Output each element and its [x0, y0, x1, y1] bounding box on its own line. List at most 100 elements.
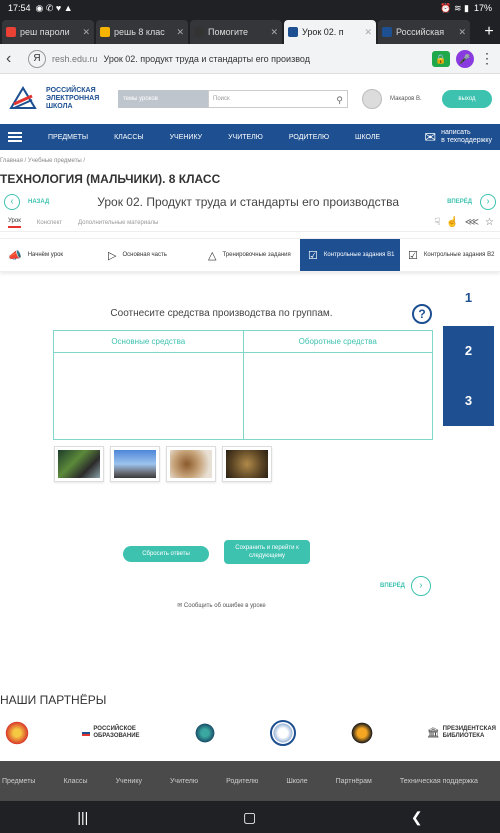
nav-item[interactable]: ШКОЛЕ	[355, 134, 380, 141]
search-scope-select[interactable]: темы уроков	[118, 90, 208, 108]
notification-icons: ◉ ✆ ♥ ▲	[35, 2, 73, 13]
chevron-right-icon[interactable]: ›	[480, 194, 496, 210]
step-control-b1[interactable]: ☑ Контрольные задания В1	[300, 239, 400, 271]
tab-lesson[interactable]: Урок	[8, 218, 21, 228]
partner-academy-logo[interactable]	[270, 720, 297, 746]
support-link[interactable]: ✉ написать в техподдержку	[424, 129, 492, 145]
back-link[interactable]: НАЗАД	[28, 199, 49, 205]
browser-tab[interactable]: Урок 02. п ✕	[284, 20, 376, 44]
forward-link[interactable]: ВПЕРЁД	[447, 199, 472, 205]
step-main[interactable]: ▷ Основная часть	[100, 239, 200, 271]
recent-apps-icon[interactable]: |||	[77, 809, 88, 825]
footer-link[interactable]: Школе	[286, 778, 307, 785]
nav-item[interactable]: РОДИТЕЛЮ	[289, 134, 329, 141]
group-fixed-assets[interactable]: Основные средства	[54, 331, 243, 439]
draggable-image-scrap[interactable]	[222, 446, 272, 482]
browser-tab[interactable]: реш пароли ✕	[2, 20, 94, 44]
new-tab-icon[interactable]: +	[478, 23, 500, 41]
nav-item[interactable]: УЧЕНИКУ	[170, 134, 202, 141]
group-header: Основные средства	[54, 331, 243, 353]
help-icon[interactable]: ?	[412, 304, 432, 324]
breadcrumb-subjects[interactable]: Учебные предметы	[28, 158, 82, 164]
browser-tab-label: Урок 02. п	[302, 27, 344, 37]
nav-item[interactable]: ПРЕДМЕТЫ	[48, 134, 88, 141]
reset-answers-button[interactable]: Сбросить ответы	[123, 546, 209, 562]
dislike-icon[interactable]: ☟	[434, 217, 440, 228]
share-icon[interactable]: ⋘	[465, 217, 479, 228]
back-arrow-icon[interactable]: ‹	[6, 50, 22, 68]
step-start[interactable]: 📣 Начнём урок	[0, 239, 100, 271]
grouping-table: Основные средства Оборотные средства	[53, 330, 433, 440]
breadcrumb-home[interactable]: Главная	[0, 158, 23, 164]
close-tab-icon[interactable]: ✕	[458, 27, 466, 38]
partner-logos: РОССИЙСКОЕ ОБРАЗОВАНИЕ 🏛 ПРЕЗИДЕНТСКАЯ Б…	[0, 716, 500, 750]
yandex-icon[interactable]: Я	[28, 49, 46, 68]
close-tab-icon[interactable]: ✕	[82, 27, 90, 38]
tab-summary[interactable]: Конспект	[37, 220, 62, 226]
task-number-3[interactable]: 3	[443, 376, 494, 426]
group-working-capital[interactable]: Оборотные средства	[242, 331, 432, 439]
step-training[interactable]: △ Тренировочные задания	[200, 239, 300, 271]
draggable-image-machinery[interactable]	[54, 446, 104, 482]
site-header: РОССИЙСКАЯ ЭЛЕКТРОННАЯ ШКОЛА темы уроков…	[0, 74, 500, 124]
footer-link[interactable]: Предметы	[2, 778, 35, 785]
task-number-2[interactable]: 2	[443, 326, 494, 376]
star-icon[interactable]: ☆	[485, 217, 494, 228]
footer-link[interactable]: Ученику	[116, 778, 142, 785]
browser-url-bar: ‹ Я resh.edu.ru Урок 02. продукт труда и…	[0, 44, 500, 74]
browser-tab[interactable]: решь 8 клас ✕	[96, 20, 188, 44]
search-input[interactable]: Поиск ⚲	[208, 90, 348, 108]
task-question: Соотнесите средства производства по груп…	[110, 308, 333, 319]
like-icon[interactable]: ☝	[446, 217, 458, 228]
chevron-left-icon[interactable]: ‹	[4, 194, 20, 210]
tab-extra-materials[interactable]: Дополнительные материалы	[78, 220, 158, 226]
save-and-next-button[interactable]: Сохранить и перейти к следующему	[224, 540, 310, 564]
close-tab-icon[interactable]: ✕	[176, 27, 184, 38]
draggable-image-factory[interactable]	[110, 446, 160, 482]
clock: 17:54	[8, 3, 31, 13]
url-page-title: Урок 02. продукт труда и стандарты его п…	[103, 53, 310, 64]
logo-text: РОССИЙСКАЯ ЭЛЕКТРОННАЯ ШКОЛА	[46, 87, 104, 111]
hamburger-menu-icon[interactable]	[8, 132, 22, 142]
footer-link[interactable]: Родителю	[226, 778, 258, 785]
report-error-link[interactable]: ✉ Сообщить об ошибке в уроке	[0, 602, 443, 609]
partner-mchs-logo[interactable]	[348, 720, 375, 746]
lock-icon[interactable]: 🔒	[432, 50, 450, 67]
exit-button[interactable]: выход	[442, 90, 492, 108]
footer-link[interactable]: Учителю	[170, 778, 198, 785]
forward-link-bottom[interactable]: ВПЕРЁД	[380, 583, 405, 589]
partner-ministry-logo[interactable]	[4, 720, 30, 746]
address-field[interactable]: resh.edu.ru Урок 02. продукт труда и ста…	[52, 54, 426, 64]
step-label: Тренировочные задания	[222, 252, 291, 258]
footer-link[interactable]: Техническая поддержка	[400, 778, 478, 785]
main-navigation: ПРЕДМЕТЫ КЛАССЫ УЧЕНИКУ УЧИТЕЛЮ РОДИТЕЛЮ ШКОЛ…	[0, 124, 500, 150]
microphone-icon[interactable]: 🎤	[456, 49, 474, 68]
partner-rosobrnadzor-logo[interactable]	[191, 720, 218, 746]
footer-link[interactable]: Классы	[63, 778, 87, 785]
avatar[interactable]	[362, 89, 382, 109]
nav-item[interactable]: КЛАССЫ	[114, 134, 144, 141]
menu-dots-icon[interactable]: ⋮	[480, 50, 494, 67]
forward-nav: ВПЕРЁД ›	[380, 576, 431, 596]
nav-item[interactable]: УЧИТЕЛЮ	[228, 134, 263, 141]
back-icon[interactable]: ❮	[411, 809, 423, 826]
chevron-right-icon[interactable]: ›	[410, 576, 431, 596]
home-icon[interactable]: ▢	[243, 809, 256, 826]
partner-russian-education-logo[interactable]: РОССИЙСКОЕ ОБРАЗОВАНИЕ	[82, 726, 140, 740]
close-tab-icon[interactable]: ✕	[364, 27, 372, 38]
task-number-1[interactable]: 1	[443, 278, 494, 318]
draggable-items	[54, 446, 272, 482]
browser-tab[interactable]: Российская ✕	[378, 20, 470, 44]
close-tab-icon[interactable]: ✕	[270, 27, 278, 38]
footer-link[interactable]: Партнёрам	[336, 778, 372, 785]
resh-logo-icon[interactable]	[8, 84, 38, 114]
lesson-steps: 📣 Начнём урок ▷ Основная часть △ Трениро…	[0, 238, 500, 272]
support-line-2: в техподдержку	[441, 137, 492, 144]
browser-tab[interactable]: Помогите ✕	[190, 20, 282, 44]
partner-presidential-library-logo[interactable]: 🏛 ПРЕЗИДЕНТСКАЯ БИБЛИОТЕКА	[427, 726, 496, 740]
draggable-image-materials[interactable]	[166, 446, 216, 482]
user-name[interactable]: Макаров В.	[390, 96, 422, 102]
site-footer: Предметы Классы Ученику Учителю Родителю Школ…	[0, 761, 500, 801]
search-icon[interactable]: ⚲	[336, 92, 343, 108]
step-control-b2[interactable]: ☑ Контрольные задания В2	[400, 239, 500, 271]
